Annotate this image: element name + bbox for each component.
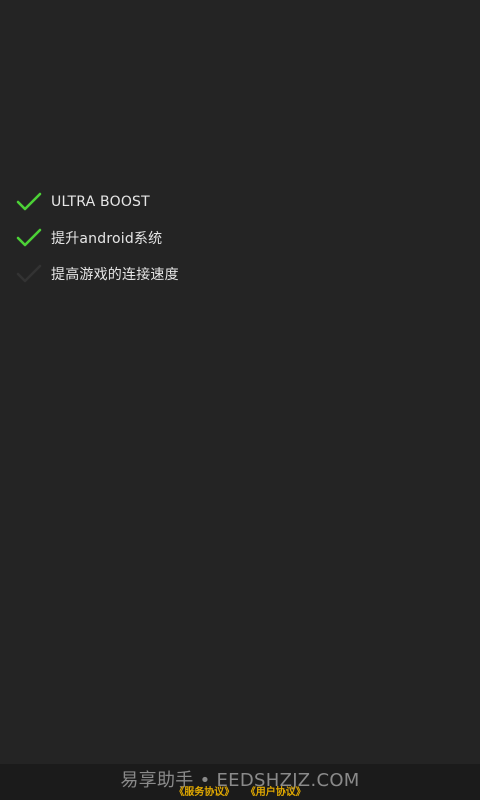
service-agreement-link[interactable]: 《服务协议》 bbox=[174, 787, 234, 798]
user-agreement-link[interactable]: 《用户协议》 bbox=[246, 787, 306, 798]
agreement-links: 《服务协议》 《用户协议》 bbox=[0, 783, 480, 798]
checklist-item-connection-speed: 提高游戏的连接速度 bbox=[16, 256, 316, 292]
checkmark-icon bbox=[16, 191, 42, 213]
checklist-item-label: 提升android系统 bbox=[51, 231, 163, 247]
checklist-item-label: 提高游戏的连接速度 bbox=[51, 267, 179, 283]
checkmark-icon bbox=[16, 227, 42, 249]
checkmark-pending-icon bbox=[16, 263, 42, 285]
checklist-item-ultra-boost: ULTRA BOOST bbox=[16, 184, 316, 220]
checklist-item-label: ULTRA BOOST bbox=[51, 194, 150, 210]
checklist-item-android-boost: 提升android系统 bbox=[16, 220, 316, 256]
optimization-checklist: ULTRA BOOST 提升android系统 提高游戏的连接速度 bbox=[16, 184, 316, 292]
